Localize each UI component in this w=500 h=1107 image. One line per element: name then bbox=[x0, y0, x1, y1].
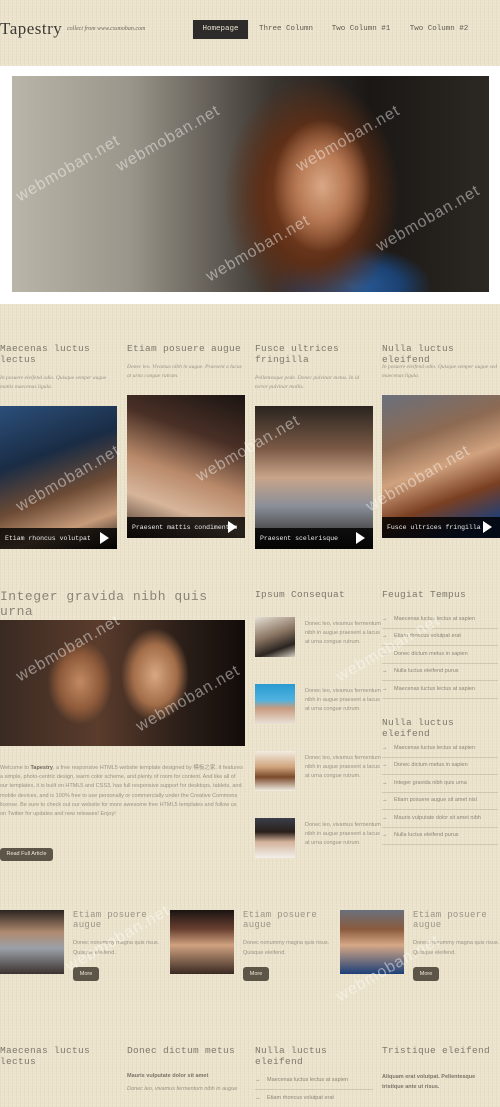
list-item[interactable]: → Maecenas luctus lectus at sapien bbox=[382, 681, 498, 699]
footer-col-4-text: Aliquam erat volutpat. Pellentesque tris… bbox=[382, 1074, 476, 1090]
feature-3-image[interactable] bbox=[340, 910, 404, 974]
feugiat-title: Feugiat Tempus bbox=[382, 589, 467, 600]
column-4-title: Nulla luctus eleifend bbox=[382, 343, 455, 365]
column-1-desc: In posuere eleifend odio. Quisque semper… bbox=[0, 375, 107, 390]
footer-col-2-subtitle: Mauris vulputate dolor sit amet bbox=[127, 1073, 209, 1079]
feature-1-title: Etiam posuere augue bbox=[73, 910, 148, 930]
list-item[interactable]: → Maecenas luctus lectus at sapien bbox=[382, 611, 498, 629]
play-icon[interactable] bbox=[228, 521, 237, 533]
feature-3-more-button[interactable]: More bbox=[413, 967, 439, 981]
list-item[interactable]: → Donec dictum metus in sapien bbox=[382, 646, 498, 664]
read-full-article-button[interactable]: Read Full Article bbox=[0, 848, 53, 861]
article-image bbox=[0, 620, 245, 746]
column-2-desc: Donec leo. Vivamus nibh in augue. Praese… bbox=[127, 364, 242, 379]
column-1-thumb[interactable]: Etiam rhoncus volutpat bbox=[0, 406, 117, 549]
list-item[interactable]: → Maecenas luctus lectus at sapien bbox=[255, 1072, 373, 1090]
arrow-right-icon: → bbox=[382, 616, 388, 622]
footer-col-2-title: Donec dictum metus bbox=[127, 1045, 236, 1056]
list-item[interactable]: → Integer gravida nibh quis urna bbox=[382, 775, 498, 793]
feature-3-desc: Donec nonummy magna quis risus. Quisque … bbox=[413, 940, 500, 956]
play-icon[interactable] bbox=[483, 521, 492, 533]
column-4-desc: In posuere eleifend odio. Quisque semper… bbox=[382, 364, 497, 379]
feature-2-desc: Donec nonummy magna quis risus. Quisque … bbox=[243, 940, 330, 956]
ipsum-text-1: Donec leo, vivamus fermentum nibh in aug… bbox=[305, 621, 381, 646]
arrow-right-icon: → bbox=[382, 780, 388, 786]
column-3-thumb[interactable]: Praesent scelerisque bbox=[255, 406, 373, 549]
footer-col-3-title: Nulla luctus eleifend bbox=[255, 1045, 328, 1067]
arrow-right-icon: → bbox=[255, 1077, 261, 1083]
footer-col-4-title: Tristique eleifend bbox=[382, 1045, 491, 1056]
site-tagline: collect from www.cssmoban.com bbox=[67, 26, 146, 32]
column-3-title: Fusce ultrices fringilla bbox=[255, 343, 340, 365]
arrow-right-icon: → bbox=[382, 832, 388, 838]
ipsum-thumb-4[interactable] bbox=[255, 818, 295, 858]
column-2-title: Etiam posuere augue bbox=[127, 343, 242, 354]
arrow-right-icon: → bbox=[382, 762, 388, 768]
column-2-thumb[interactable]: Praesent mattis condimentum bbox=[127, 395, 245, 538]
list-item[interactable]: → Maecenas luctus lectus at sapien bbox=[382, 740, 498, 758]
nav-two-column-1[interactable]: Two Column #1 bbox=[330, 20, 392, 39]
feature-1-desc: Donec nonummy magna quis risus. Quisque … bbox=[73, 940, 160, 956]
nav-three-column[interactable]: Three Column bbox=[257, 20, 315, 39]
footer-col-1-title: Maecenas luctus lectus bbox=[0, 1045, 91, 1067]
hero-image bbox=[12, 76, 489, 292]
arrow-right-icon: → bbox=[382, 668, 388, 674]
list-item[interactable]: → Etiam rhoncus volutpat erat bbox=[382, 628, 498, 646]
list-item[interactable]: → Donec dictum metus in sapien bbox=[382, 757, 498, 775]
list-item[interactable]: → Etiam posuere augue sit amet nisl bbox=[382, 792, 498, 810]
feature-2-title: Etiam posuere augue bbox=[243, 910, 318, 930]
ipsum-thumb-2[interactable] bbox=[255, 684, 295, 724]
footer-col-2-text: Donec leo, vivamus fermentum nibh in aug… bbox=[127, 1086, 238, 1092]
list-item[interactable]: → Mauris vulputate dolor sit amet nibh bbox=[382, 810, 498, 828]
feature-1-more-button[interactable]: More bbox=[73, 967, 99, 981]
feature-1-image[interactable] bbox=[0, 910, 64, 974]
feature-2-image[interactable] bbox=[170, 910, 234, 974]
column-4-thumb[interactable]: Fusce ultrices fringilla bbox=[382, 395, 500, 538]
list-item[interactable]: → Etiam rhoncus volutpat erat bbox=[255, 1090, 373, 1107]
article-title: Integer gravida nibh quis urna bbox=[0, 589, 208, 619]
list-item[interactable]: → Nulla luctus eleifend purus bbox=[382, 827, 498, 845]
list-item[interactable]: → Nulla luctus eleifend purus bbox=[382, 663, 498, 681]
ipsum-text-4: Donec leo, vivamus fermentum nibh in aug… bbox=[305, 822, 381, 847]
arrow-right-icon: → bbox=[382, 633, 388, 639]
feature-2-more-button[interactable]: More bbox=[243, 967, 269, 981]
column-1-title: Maecenas luctus lectus bbox=[0, 343, 91, 365]
ipsum-text-2: Donec leo, vivamus fermentum nibh in aug… bbox=[305, 688, 381, 713]
nav-homepage[interactable]: Homepage bbox=[193, 20, 248, 39]
arrow-right-icon: → bbox=[382, 686, 388, 692]
nulla-title: Nulla luctus eleifend bbox=[382, 717, 455, 739]
nav-two-column-2[interactable]: Two Column #2 bbox=[407, 20, 471, 39]
ipsum-thumb-3[interactable] bbox=[255, 751, 295, 791]
arrow-right-icon: → bbox=[382, 651, 388, 657]
play-icon[interactable] bbox=[100, 532, 109, 544]
arrow-right-icon: → bbox=[255, 1095, 261, 1101]
ipsum-text-3: Donec leo, vivamus fermentum nibh in aug… bbox=[305, 755, 381, 780]
column-3-desc: Pellentesque pede. Donec pulvinar metus.… bbox=[255, 375, 360, 390]
arrow-right-icon: → bbox=[382, 745, 388, 751]
arrow-right-icon: → bbox=[382, 797, 388, 803]
site-logo[interactable]: Tapestry bbox=[0, 19, 62, 39]
article-body: Welcome to Tapestry, a free responsive H… bbox=[0, 765, 243, 818]
arrow-right-icon: → bbox=[382, 815, 388, 821]
ipsum-thumb-1[interactable] bbox=[255, 617, 295, 657]
ipsum-title: Ipsum Consequat bbox=[255, 589, 346, 600]
play-icon[interactable] bbox=[356, 532, 365, 544]
feature-3-title: Etiam posuere augue bbox=[413, 910, 488, 930]
